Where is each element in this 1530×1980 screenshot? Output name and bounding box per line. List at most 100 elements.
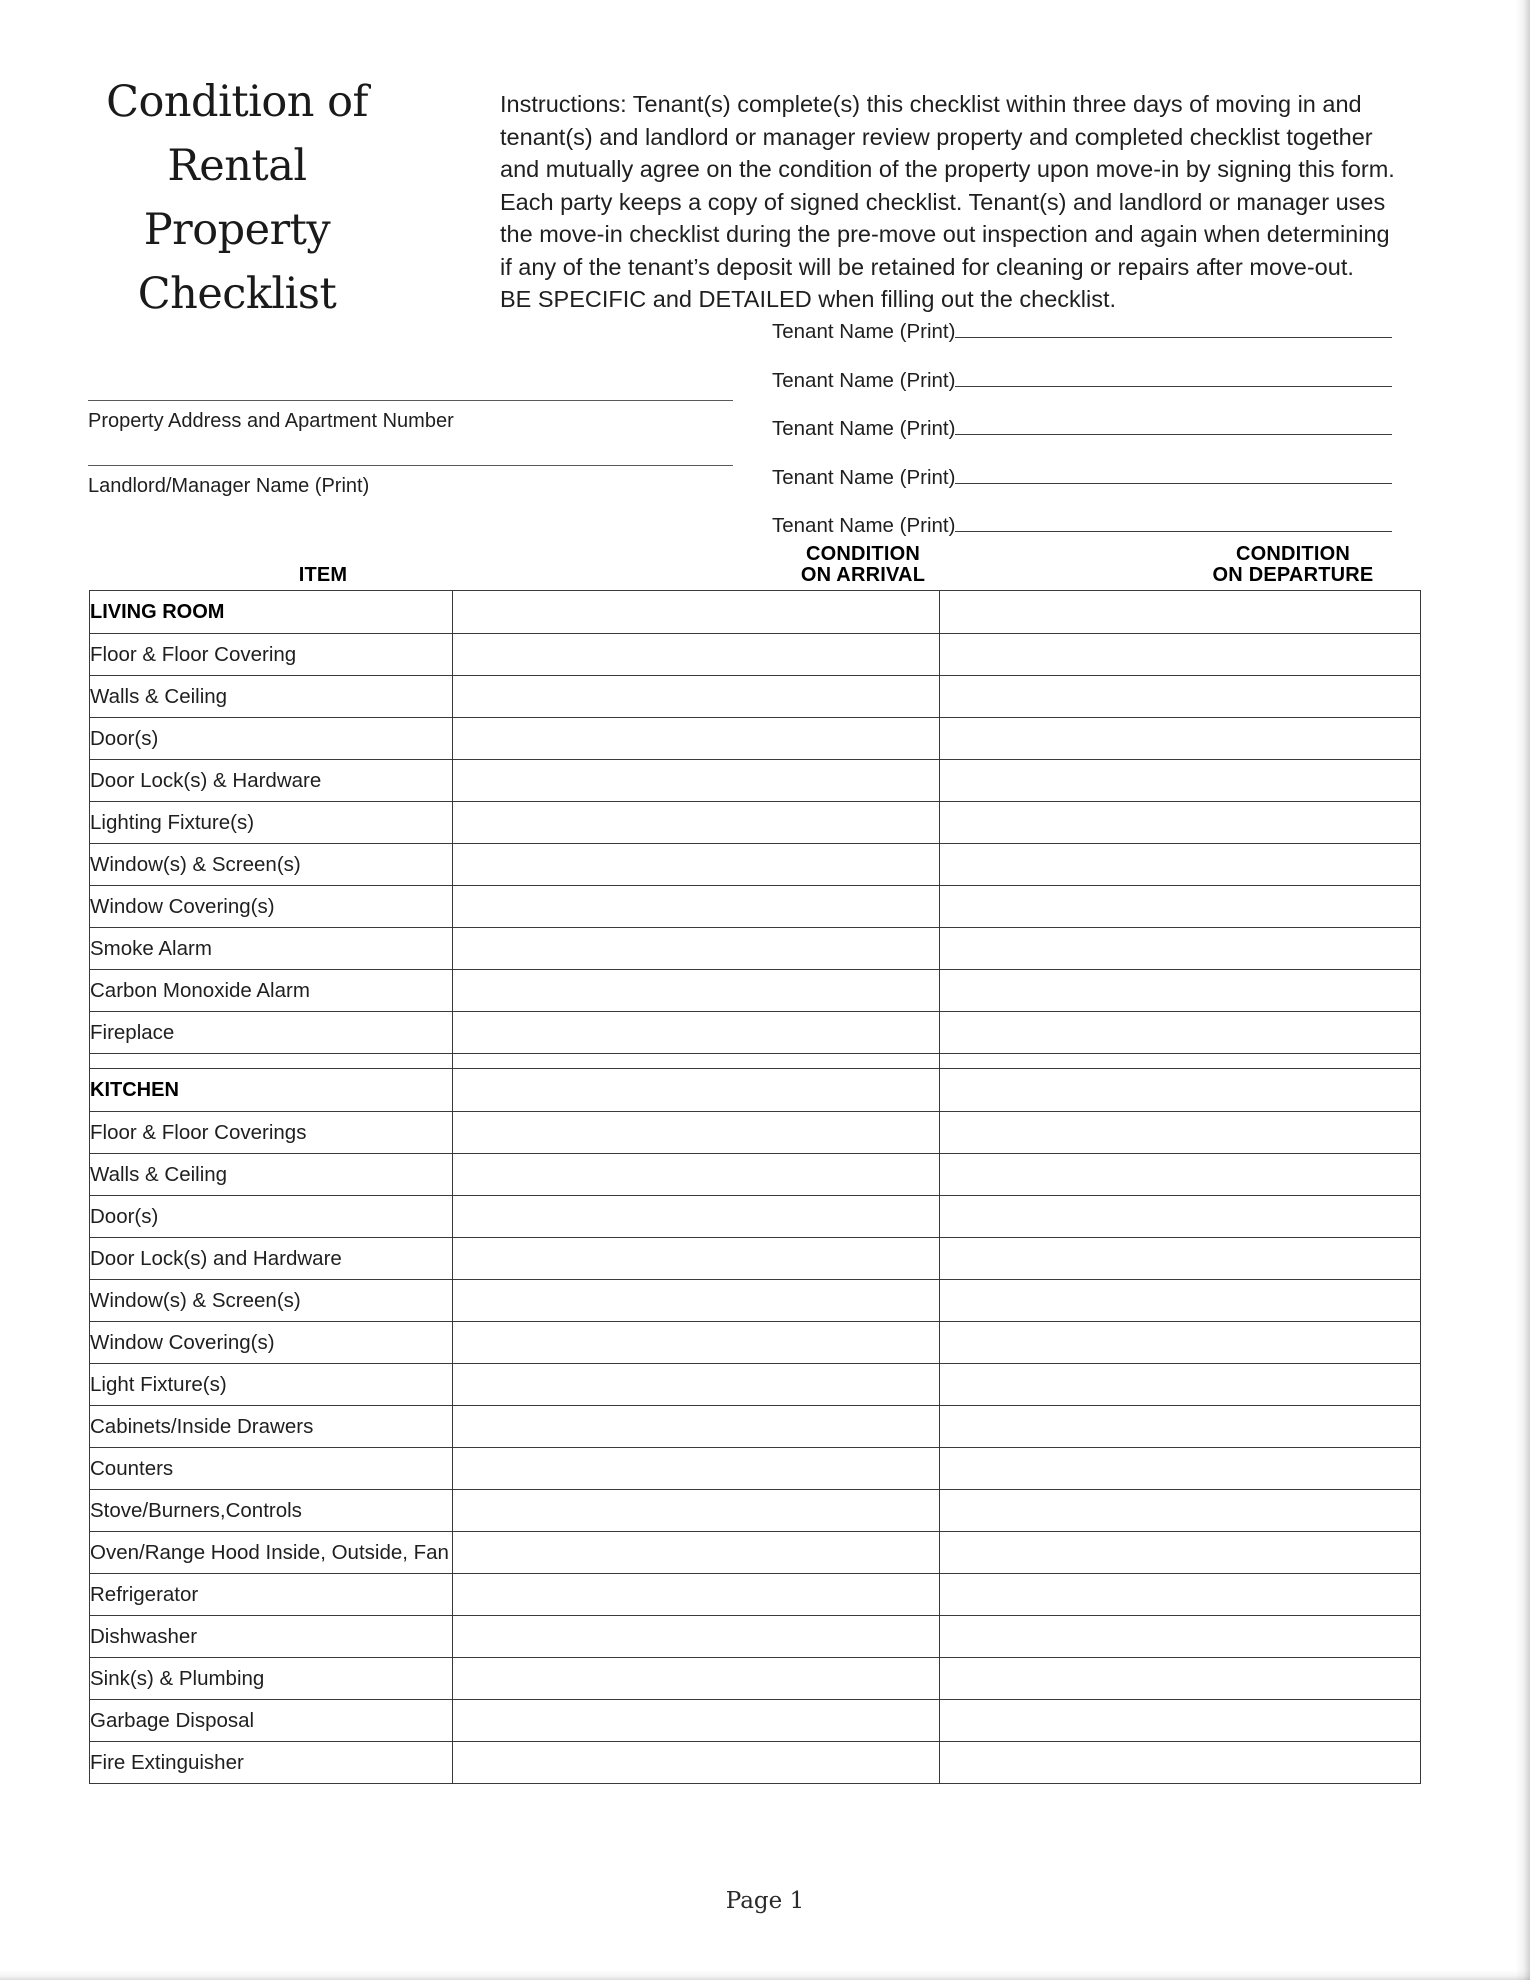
instructions-text: Instructions: Tenant(s) complete(s) this… xyxy=(500,91,1395,280)
condition-on-arrival-cell[interactable] xyxy=(452,1111,940,1154)
checklist-item-row: Fireplace xyxy=(89,1011,1421,1054)
item-label: Counters xyxy=(89,1447,453,1490)
checklist-item-row: Door Lock(s) & Hardware xyxy=(89,759,1421,802)
property-address-label: Property Address and Apartment Number xyxy=(88,410,454,432)
condition-on-arrival-cell[interactable] xyxy=(452,1615,940,1658)
section-label: LIVING ROOM xyxy=(89,590,453,634)
condition-on-arrival-cell[interactable] xyxy=(452,1699,940,1742)
checklist-item-row: Walls & Ceiling xyxy=(89,1153,1421,1196)
condition-on-departure-cell[interactable] xyxy=(939,801,1421,844)
condition-on-arrival-cell[interactable] xyxy=(452,1741,940,1784)
tenant-name-input-2[interactable] xyxy=(955,386,1392,387)
item-label: Window(s) & Screen(s) xyxy=(89,1279,453,1322)
condition-on-departure-cell[interactable] xyxy=(939,1615,1421,1658)
condition-on-departure-cell[interactable] xyxy=(939,1363,1421,1406)
condition-on-departure-cell[interactable] xyxy=(939,1741,1421,1784)
condition-on-arrival-cell[interactable] xyxy=(452,1489,940,1532)
condition-on-departure-cell[interactable] xyxy=(939,1321,1421,1364)
column-header-item: ITEM xyxy=(298,564,348,586)
condition-on-departure-cell[interactable] xyxy=(939,633,1421,676)
column-header-condition-on-departure: CONDITION ON DEPARTURE xyxy=(1168,544,1418,586)
checklist-item-row: Refrigerator xyxy=(89,1573,1421,1616)
condition-on-departure-cell[interactable] xyxy=(939,1011,1421,1054)
condition-on-departure-cell[interactable] xyxy=(939,1573,1421,1616)
landlord-name-field: Landlord/Manager Name (Print) xyxy=(88,465,733,498)
item-label: Smoke Alarm xyxy=(89,927,453,970)
item-label: Fireplace xyxy=(89,1011,453,1054)
checklist-table-header: ITEM CONDITION ON ARRIVAL CONDITION ON D… xyxy=(88,544,1418,586)
condition-on-arrival-cell[interactable] xyxy=(452,1011,940,1054)
item-label: Carbon Monoxide Alarm xyxy=(89,969,453,1012)
condition-on-departure-cell[interactable] xyxy=(939,675,1421,718)
item-label: Walls & Ceiling xyxy=(89,1153,453,1196)
condition-on-arrival-cell[interactable] xyxy=(452,675,940,718)
condition-on-arrival-cell[interactable] xyxy=(452,1153,940,1196)
checklist-item-row: Dishwasher xyxy=(89,1615,1421,1658)
tenant-name-label-3: Tenant Name (Print) xyxy=(772,417,956,440)
condition-on-arrival-cell[interactable] xyxy=(452,1531,940,1574)
condition-on-departure-cell[interactable] xyxy=(939,1279,1421,1322)
checklist-item-row: Cabinets/Inside Drawers xyxy=(89,1405,1421,1448)
condition-on-arrival-cell[interactable] xyxy=(452,1363,940,1406)
condition-on-arrival-cell[interactable] xyxy=(452,885,940,928)
condition-on-departure-cell[interactable] xyxy=(939,590,1421,634)
condition-on-departure-cell[interactable] xyxy=(939,885,1421,928)
tenant-name-input-4[interactable] xyxy=(955,483,1392,484)
item-label xyxy=(89,1053,453,1069)
tenant-name-input-5[interactable] xyxy=(955,531,1392,532)
item-label: Sink(s) & Plumbing xyxy=(89,1657,453,1700)
condition-on-arrival-cell[interactable] xyxy=(452,927,940,970)
item-label: Floor & Floor Covering xyxy=(89,633,453,676)
item-label: Window(s) & Screen(s) xyxy=(89,843,453,886)
condition-on-departure-cell[interactable] xyxy=(939,1195,1421,1238)
condition-on-arrival-cell[interactable] xyxy=(452,1657,940,1700)
condition-on-departure-cell[interactable] xyxy=(939,1489,1421,1532)
condition-on-arrival-cell[interactable] xyxy=(452,1237,940,1280)
condition-on-departure-cell[interactable] xyxy=(939,1657,1421,1700)
condition-on-arrival-cell[interactable] xyxy=(452,633,940,676)
condition-on-departure-cell[interactable] xyxy=(939,1153,1421,1196)
condition-on-departure-cell[interactable] xyxy=(939,1699,1421,1742)
condition-on-departure-cell[interactable] xyxy=(939,1531,1421,1574)
checklist-item-row: Light Fixture(s) xyxy=(89,1363,1421,1406)
condition-on-departure-cell[interactable] xyxy=(939,969,1421,1012)
checklist-item-row: Door(s) xyxy=(89,717,1421,760)
tenant-name-input-1[interactable] xyxy=(955,337,1392,338)
condition-on-departure-cell[interactable] xyxy=(939,717,1421,760)
condition-on-departure-cell[interactable] xyxy=(939,1405,1421,1448)
tenant-name-row-3: Tenant Name (Print) xyxy=(772,417,1392,441)
checklist-item-row: Floor & Floor Coverings xyxy=(89,1111,1421,1154)
condition-on-arrival-cell[interactable] xyxy=(452,1068,940,1112)
condition-on-arrival-cell[interactable] xyxy=(452,801,940,844)
checklist-table: LIVING ROOM Floor & Floor Covering Walls &… xyxy=(89,590,1421,1784)
condition-on-departure-cell[interactable] xyxy=(939,927,1421,970)
condition-on-departure-cell[interactable] xyxy=(939,759,1421,802)
condition-on-arrival-cell[interactable] xyxy=(452,843,940,886)
condition-on-departure-cell[interactable] xyxy=(939,1111,1421,1154)
condition-on-arrival-cell[interactable] xyxy=(452,1573,940,1616)
column-header-condition-on-departure-line2: ON DEPARTURE xyxy=(1212,564,1374,586)
checklist-section-row: LIVING ROOM xyxy=(89,590,1421,634)
condition-on-arrival-cell[interactable] xyxy=(452,1195,940,1238)
condition-on-arrival-cell[interactable] xyxy=(452,1447,940,1490)
condition-on-arrival-cell[interactable] xyxy=(452,1321,940,1364)
checklist-item-row: Walls & Ceiling xyxy=(89,675,1421,718)
condition-on-arrival-cell[interactable] xyxy=(452,969,940,1012)
tenant-name-input-3[interactable] xyxy=(955,434,1392,435)
checklist-spacer-row xyxy=(89,1053,1421,1069)
condition-on-arrival-cell[interactable] xyxy=(452,759,940,802)
page-title-line-2: Rental xyxy=(167,141,307,191)
condition-on-departure-cell[interactable] xyxy=(939,1447,1421,1490)
condition-on-arrival-cell[interactable] xyxy=(452,1279,940,1322)
checklist-item-row: Carbon Monoxide Alarm xyxy=(89,969,1421,1012)
condition-on-departure-cell[interactable] xyxy=(939,843,1421,886)
condition-on-arrival-cell[interactable] xyxy=(452,1405,940,1448)
checklist-item-row: Sink(s) & Plumbing xyxy=(89,1657,1421,1700)
condition-on-departure-cell[interactable] xyxy=(939,1068,1421,1112)
section-label: KITCHEN xyxy=(89,1068,453,1112)
checklist-item-row: Door Lock(s) and Hardware xyxy=(89,1237,1421,1280)
tenant-name-row-5: Tenant Name (Print) xyxy=(772,514,1392,538)
condition-on-departure-cell[interactable] xyxy=(939,1237,1421,1280)
condition-on-arrival-cell[interactable] xyxy=(452,590,940,634)
condition-on-arrival-cell[interactable] xyxy=(452,717,940,760)
